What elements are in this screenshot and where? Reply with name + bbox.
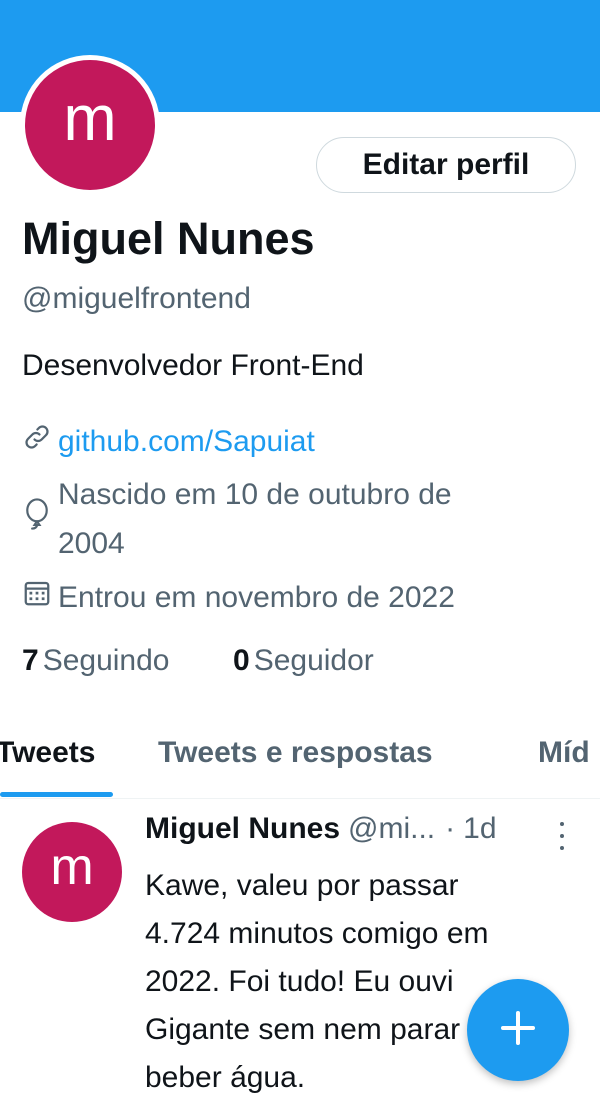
profile-bio: Desenvolvedor Front-End [22,349,364,382]
more-icon[interactable] [556,822,568,850]
calendar-icon [22,573,58,613]
birthdate-line-2: 2004 [58,527,125,560]
following-label: Seguindo [42,644,170,677]
edit-profile-button[interactable]: Editar perfil [316,137,576,193]
profile-name: Miguel Nunes [22,213,315,264]
compose-plus-icon [498,1008,538,1053]
following-count: 7 [22,644,39,677]
tweet-text-line: Kawe, valeu por passar [145,869,459,902]
tweet-text-line: 4.724 minutos comigo em [145,917,489,950]
tab-tweets[interactable]: Tweets [0,736,95,770]
balloon-icon [22,494,58,534]
link-icon [22,417,58,457]
profile-handle: @miguelfrontend [22,282,251,315]
following-link[interactable]: 7 Seguindo [22,644,169,678]
tab-media[interactable]: Míd [538,736,590,770]
tweet-author-handle[interactable]: @mi... [348,812,435,846]
followers-count: 0 [233,644,250,677]
active-tab-indicator [0,792,113,797]
profile-joined: Entrou em novembro de 2022 [58,581,455,614]
tweet-header: Miguel Nunes @mi... · 1d [145,812,497,846]
tweet-separator: · [445,812,456,845]
profile-joined-row: Entrou em novembro de 2022 [22,573,455,622]
profile-birth-row: Nascido em 10 de outubro de 2004 [22,470,452,568]
tweet-timestamp[interactable]: 1d [463,812,496,846]
avatar-letter: m [25,60,155,190]
profile-avatar[interactable]: m [20,55,160,195]
profile-link-row: github.com/Sapuiat [22,417,315,466]
profile-birthdate: Nascido em 10 de outubro de 2004 [58,470,452,568]
profile-tabs: Tweets Tweets e respostas Míd [0,720,600,799]
followers-label: Seguidor [253,644,374,677]
profile-link[interactable]: github.com/Sapuiat [58,417,315,466]
tweet-author-name[interactable]: Miguel Nunes [145,812,340,846]
birthdate-line-1: Nascido em 10 de outubro de [58,478,452,511]
followers-link[interactable]: 0 Seguidor [233,644,374,678]
compose-tweet-button[interactable] [467,979,569,1081]
tab-tweets-replies[interactable]: Tweets e respostas [158,736,433,770]
tweet-avatar[interactable]: m [22,822,122,922]
